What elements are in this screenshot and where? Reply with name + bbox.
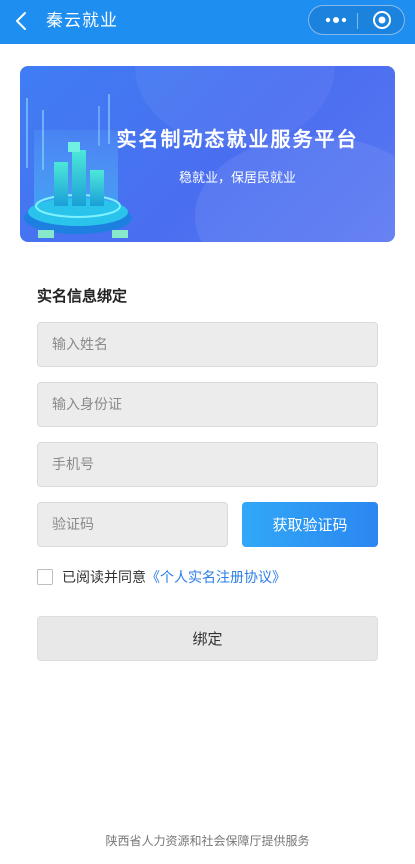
bind-button[interactable]: 绑定: [37, 616, 378, 661]
agreement-link[interactable]: 《个人实名注册协议》: [146, 567, 286, 587]
hero-banner: 实名制动态就业服务平台 稳就业，保居民就业: [20, 66, 395, 242]
verification-code-input[interactable]: [37, 502, 228, 547]
city-illustration-icon: [24, 94, 132, 238]
get-code-button[interactable]: 获取验证码: [242, 502, 378, 547]
top-navigation-bar: 秦云就业: [0, 0, 415, 44]
section-title: 实名信息绑定: [37, 287, 128, 305]
id-card-input[interactable]: [37, 382, 378, 427]
mini-program-capsule: [308, 5, 405, 35]
more-dots-icon[interactable]: [324, 13, 348, 27]
chevron-left-icon[interactable]: [10, 9, 34, 33]
agreement-row: 已阅读并同意 《个人实名注册协议》: [37, 567, 286, 587]
banner-title: 实名制动态就业服务平台: [116, 127, 359, 151]
agreement-text: 已阅读并同意: [62, 570, 146, 586]
page-title: 秦云就业: [46, 11, 118, 31]
phone-input[interactable]: [37, 442, 378, 487]
target-icon[interactable]: [372, 10, 392, 30]
agreement-checkbox[interactable]: [37, 569, 53, 585]
name-input[interactable]: [37, 322, 378, 367]
banner-subtitle: 稳就业，保居民就业: [178, 171, 296, 186]
capsule-divider: [357, 13, 358, 29]
footer-text: 陕西省人力资源和社会保障厅提供服务: [105, 834, 310, 848]
